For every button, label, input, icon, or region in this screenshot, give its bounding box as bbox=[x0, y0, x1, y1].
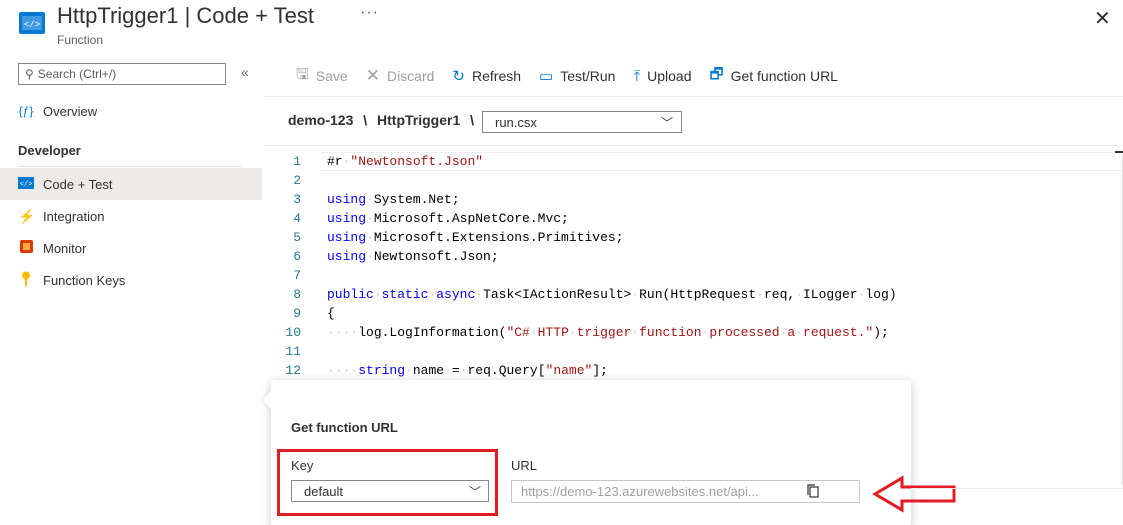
line-number: 9 bbox=[293, 306, 301, 321]
breadcrumb: demo-123 \ HttpTrigger1 \ bbox=[288, 112, 480, 128]
svg-text:</>: </> bbox=[20, 181, 33, 189]
code-line: #r·"Newtonsoft.Json" bbox=[327, 154, 484, 169]
sidebar-item-label: Monitor bbox=[43, 240, 87, 256]
line-number: 11 bbox=[285, 344, 301, 359]
function-app-icon: </> bbox=[19, 12, 45, 34]
sidebar-item-function-keys[interactable]: Function Keys bbox=[0, 264, 262, 296]
file-dropdown[interactable]: run.csx ﹀ bbox=[482, 111, 682, 133]
refresh-icon: ↻ bbox=[452, 68, 465, 85]
more-options-button[interactable]: ··· bbox=[360, 4, 379, 22]
sidebar-item-label: Integration bbox=[43, 208, 105, 224]
code-line: using·Microsoft.AspNetCore.Mvc; bbox=[327, 211, 569, 226]
lightning-icon: ⚡ bbox=[18, 207, 36, 224]
line-number: 5 bbox=[293, 230, 301, 245]
sidebar-search-input[interactable]: ⚲ Search (Ctrl+/) bbox=[18, 63, 226, 85]
test-run-button[interactable]: ▭ Test/Run bbox=[539, 67, 615, 85]
refresh-label: Refresh bbox=[472, 68, 522, 84]
line-number: 2 bbox=[293, 173, 301, 188]
section-divider bbox=[18, 166, 242, 167]
breadcrumb-app[interactable]: demo-123 bbox=[288, 112, 353, 128]
url-label: URL bbox=[511, 458, 538, 473]
chevron-down-icon: ﹀ bbox=[660, 116, 673, 130]
code-line: { bbox=[327, 306, 335, 321]
close-button[interactable]: ✕ bbox=[1094, 6, 1111, 31]
page-title: HttpTrigger1 | Code + Test bbox=[57, 3, 315, 28]
callout-title: Get function URL bbox=[291, 420, 398, 435]
upload-label: Upload bbox=[647, 68, 692, 84]
url-value: https://demo-123.azurewebsites.net/api..… bbox=[521, 484, 759, 499]
save-button[interactable]: 🖫 Save bbox=[296, 64, 348, 89]
save-icon: 🖫 bbox=[296, 65, 309, 83]
sidebar-item-label: Code + Test bbox=[43, 176, 113, 192]
test-run-icon: ▭ bbox=[539, 68, 554, 85]
code-line: public·static·async·Task<IActionResult>·… bbox=[327, 287, 897, 302]
upload-icon: ⤒ bbox=[633, 67, 641, 85]
discard-button[interactable]: ✕ Discard bbox=[366, 66, 435, 86]
upload-button[interactable]: ⤒ Upload bbox=[633, 68, 691, 85]
line-number: 12 bbox=[285, 363, 301, 378]
search-placeholder: Search (Ctrl+/) bbox=[37, 67, 117, 81]
sidebar-item-overview[interactable]: {ƒ} Overview bbox=[0, 95, 262, 127]
code-icon: </> bbox=[18, 176, 34, 192]
page-subtitle: Function bbox=[57, 33, 104, 47]
code-line: ····string·name·=·req.Query["name"]; bbox=[327, 363, 608, 378]
code-line: using·Microsoft.Extensions.Primitives; bbox=[327, 230, 624, 245]
function-braces-icon: {ƒ} bbox=[18, 104, 34, 118]
code-line: using·System.Net; bbox=[327, 192, 460, 207]
discard-icon: ✕ bbox=[365, 66, 380, 85]
copy-icon[interactable] bbox=[804, 482, 822, 500]
refresh-button[interactable]: ↻ Refresh bbox=[452, 67, 521, 85]
sidebar-section-developer: Developer bbox=[18, 143, 81, 158]
breadcrumb-function[interactable]: HttpTrigger1 bbox=[377, 112, 460, 128]
line-number: 6 bbox=[293, 249, 301, 264]
line-number: 3 bbox=[293, 192, 301, 207]
sidebar-item-label: Function Keys bbox=[43, 272, 126, 288]
breadcrumb-separator: \ bbox=[470, 112, 475, 128]
monitor-icon bbox=[18, 240, 34, 256]
collapse-sidebar-button[interactable]: « bbox=[241, 64, 249, 80]
line-number: 10 bbox=[285, 325, 301, 340]
breadcrumb-separator: \ bbox=[363, 112, 368, 128]
toolbar-divider bbox=[263, 96, 1123, 97]
line-number: 4 bbox=[293, 211, 301, 226]
editor-divider bbox=[263, 145, 1123, 146]
test-run-label: Test/Run bbox=[560, 68, 616, 84]
line-number: 1 bbox=[293, 154, 301, 169]
line-number: 7 bbox=[293, 268, 301, 283]
command-toolbar: 🖫 Save ✕ Discard ↻ Refresh ▭ Test/Run ⤒ … bbox=[296, 64, 856, 88]
get-function-url-label: Get function URL bbox=[730, 68, 838, 84]
sidebar-item-monitor[interactable]: Monitor bbox=[0, 232, 262, 264]
code-line: ····log.LogInformation("C#·HTTP·trigger·… bbox=[327, 325, 889, 340]
sidebar-item-code-test[interactable]: </> Code + Test bbox=[0, 168, 262, 200]
code-line: using·Newtonsoft.Json; bbox=[327, 249, 499, 264]
search-icon: ⚲ bbox=[25, 67, 34, 81]
get-function-url-button[interactable]: 🗗 Get function URL bbox=[709, 64, 837, 89]
code-editor[interactable]: 1 #r·"Newtonsoft.Json" 2 3 using·System.Ne… bbox=[263, 150, 1123, 380]
annotation-arrow-icon bbox=[872, 474, 958, 519]
discard-label: Discard bbox=[386, 68, 435, 84]
annotation-highlight-box bbox=[277, 449, 498, 516]
line-number: 8 bbox=[293, 287, 301, 302]
panel-bottom-divider bbox=[911, 488, 1123, 489]
save-label: Save bbox=[315, 68, 348, 84]
callout-beak bbox=[262, 390, 272, 410]
file-dropdown-value: run.csx bbox=[495, 114, 537, 130]
key-icon bbox=[18, 271, 34, 289]
svg-text:</>: </> bbox=[24, 20, 40, 30]
sidebar-item-label: Overview bbox=[43, 103, 98, 119]
link-icon: 🗗 bbox=[709, 65, 724, 83]
sidebar-item-integration[interactable]: ⚡ Integration bbox=[0, 200, 262, 232]
